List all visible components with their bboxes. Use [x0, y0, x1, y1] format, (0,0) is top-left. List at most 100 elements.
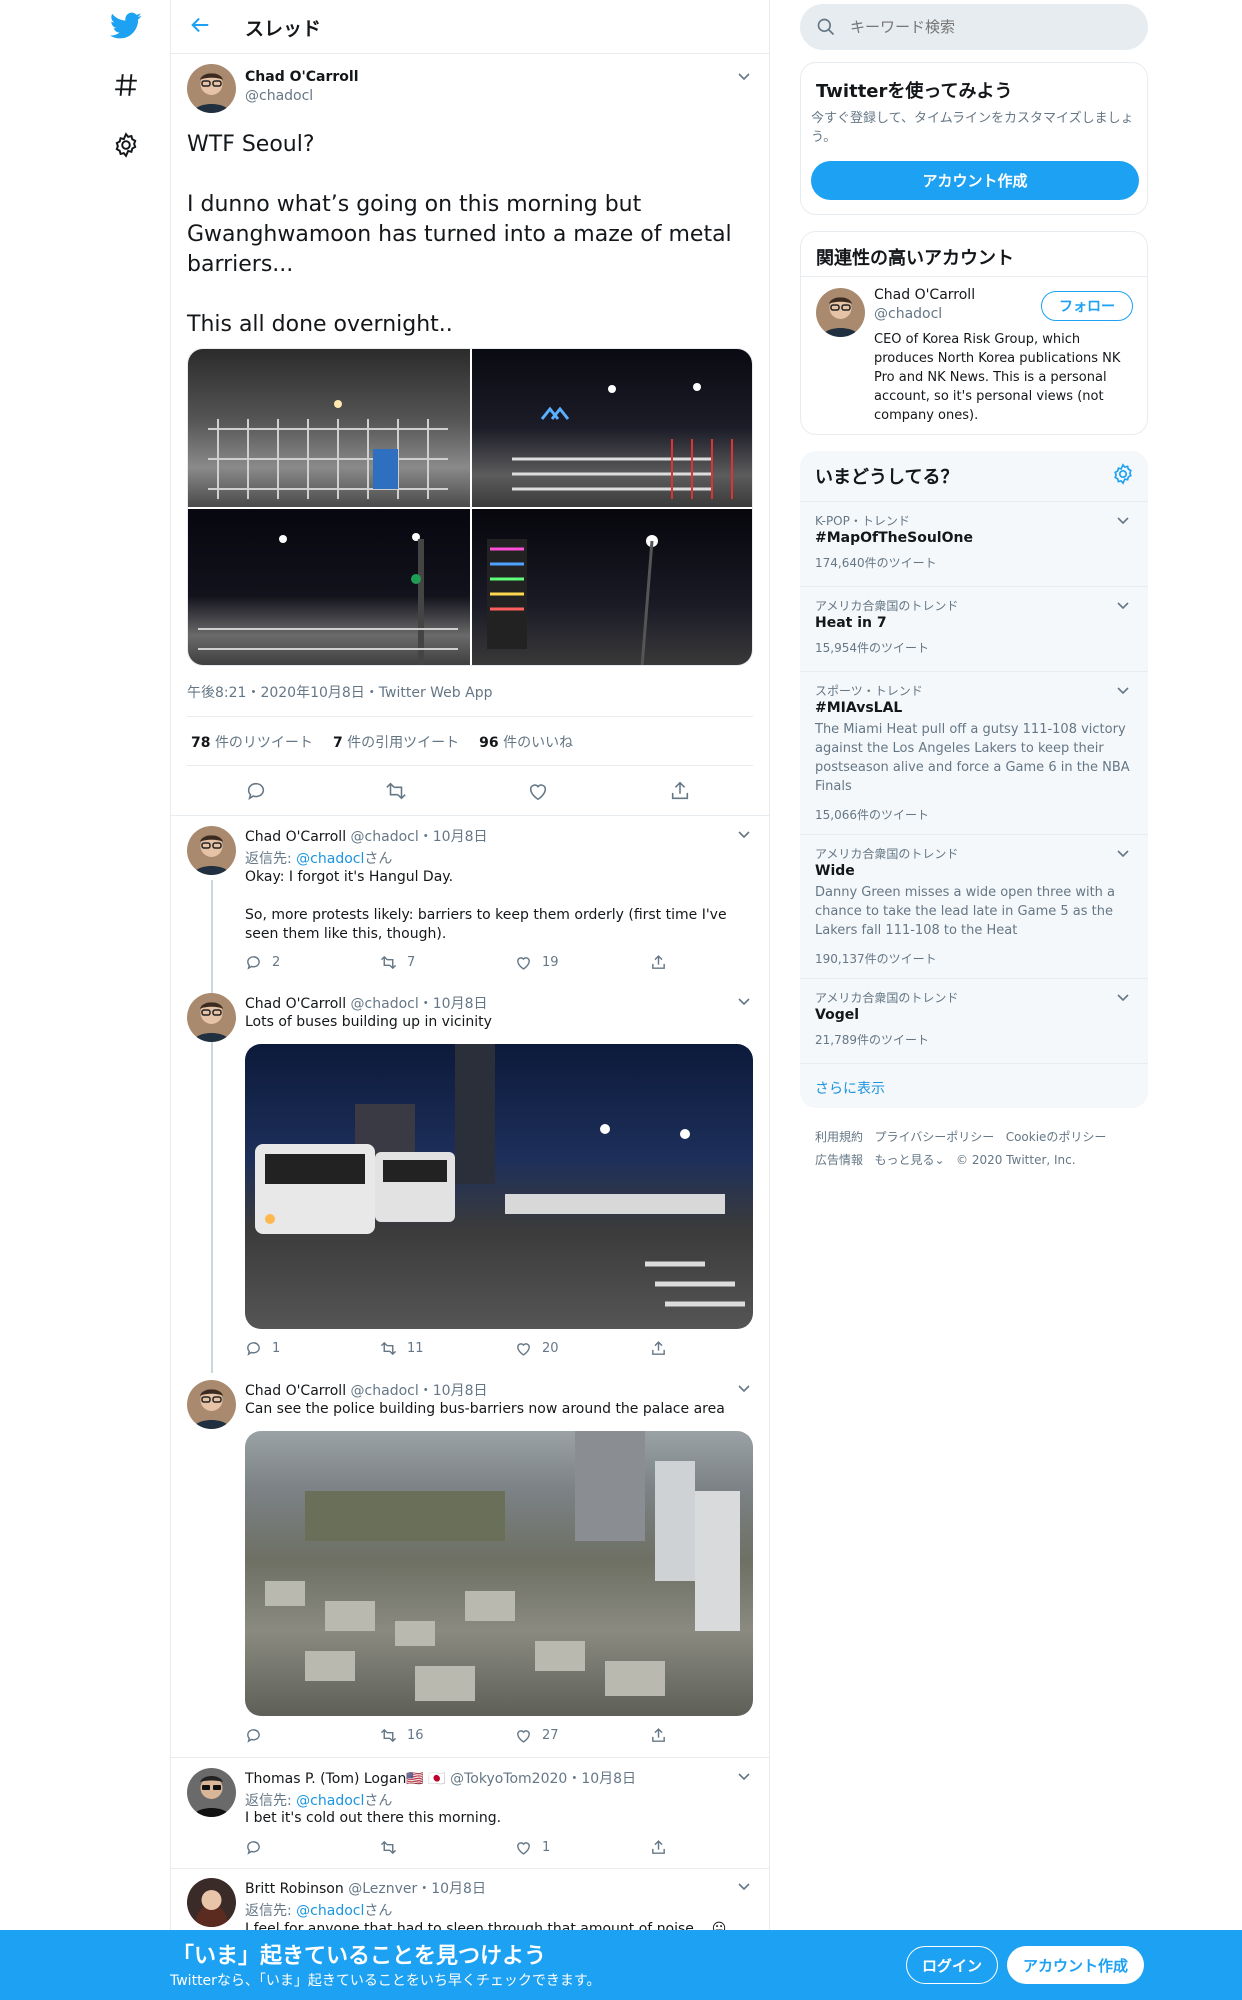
settings-gear-icon[interactable] — [108, 127, 144, 163]
replying-to-handle[interactable]: @chadocl — [296, 1903, 364, 1919]
trend-context: アメリカ合衆国のトレンド — [815, 991, 959, 1005]
tweet-author-name[interactable]: Chad O'Carroll — [245, 69, 359, 85]
reply-icon[interactable] — [245, 780, 267, 806]
chevron-down-icon[interactable] — [737, 1880, 751, 1894]
footer-privacy-link[interactable]: プライバシーポリシー — [874, 1130, 994, 1144]
search-input[interactable] — [850, 14, 1130, 40]
chevron-down-icon[interactable] — [1116, 684, 1130, 698]
back-arrow-icon[interactable] — [189, 14, 211, 40]
reply-button[interactable]: 1 — [245, 1340, 280, 1357]
photo-streetlights-barriers[interactable] — [188, 509, 470, 665]
reply-author-handle[interactable]: @chadocl — [351, 1383, 419, 1399]
like-button[interactable]: 1 — [515, 1839, 550, 1856]
trend-item[interactable]: スポーツ・トレンド #MIAvsLAL The Miami Heat pull … — [800, 671, 1148, 834]
retweet-button[interactable]: 16 — [380, 1727, 424, 1744]
photo-colorful-tower[interactable] — [472, 509, 752, 665]
avatar[interactable] — [187, 826, 236, 875]
footer-copyright: © 2020 Twitter, Inc. — [956, 1153, 1076, 1167]
footer-terms-link[interactable]: 利用規約 — [815, 1130, 863, 1144]
login-button[interactable]: ログイン — [906, 1946, 998, 1984]
trend-desc: Danny Green misses a wide open three wit… — [815, 885, 1116, 938]
chevron-down-icon[interactable] — [1116, 514, 1130, 528]
reply-button[interactable]: 2 — [245, 954, 280, 971]
retweet-button[interactable]: 7 — [380, 954, 415, 971]
follow-button[interactable]: フォロー — [1041, 291, 1133, 321]
avatar[interactable] — [187, 1380, 236, 1429]
retweet-button[interactable]: 11 — [380, 1340, 424, 1357]
like-button[interactable]: 19 — [515, 954, 559, 971]
chevron-down-icon[interactable] — [737, 828, 751, 842]
avatar[interactable] — [187, 993, 236, 1042]
chevron-down-icon[interactable] — [737, 995, 751, 1009]
share-button[interactable] — [650, 1839, 667, 1856]
trend-name: #MIAvsLAL — [815, 700, 903, 716]
avatar[interactable] — [187, 1878, 236, 1927]
like-button[interactable]: 20 — [515, 1340, 559, 1357]
reply-button[interactable] — [245, 1839, 272, 1856]
tweet-timestamp[interactable]: 午後8:21・2020年10月8日・Twitter Web App — [187, 682, 492, 702]
tweet-author-handle[interactable]: @chadocl — [245, 88, 313, 104]
retweet-button[interactable] — [380, 1839, 407, 1856]
retweet-icon[interactable] — [385, 780, 407, 806]
chevron-down-icon[interactable] — [737, 1770, 751, 1784]
signup-button[interactable]: アカウント作成 — [1007, 1946, 1144, 1984]
share-icon[interactable] — [669, 780, 691, 806]
chevron-down-icon[interactable] — [1116, 599, 1130, 613]
trend-item[interactable]: K-POP・トレンド #MapOfTheSoulOne 174,640件のツイー… — [800, 501, 1148, 586]
retweets-stat[interactable]: 78 件のリツイート — [191, 732, 313, 752]
tweet-text-line: I dunno what’s going on this morning but… — [187, 192, 732, 277]
settings-gear-icon[interactable] — [1112, 463, 1134, 485]
show-more-link[interactable]: さらに表示 — [815, 1078, 885, 1098]
related-name[interactable]: Chad O'Carroll — [874, 287, 975, 303]
reply-author-name[interactable]: Chad O'Carroll — [245, 996, 346, 1012]
trend-item[interactable]: アメリカ合衆国のトレンド Vogel 21,789件のツイート — [800, 978, 1148, 1063]
reply-author-handle[interactable]: @Leznver — [348, 1881, 417, 1897]
like-heart-icon[interactable] — [527, 780, 549, 806]
reply-date[interactable]: 10月8日 — [433, 996, 488, 1012]
reply-author-handle[interactable]: @chadocl — [351, 996, 419, 1012]
reply-date[interactable]: 10月8日 — [433, 829, 488, 845]
replying-to-handle[interactable]: @chadocl — [296, 851, 364, 867]
share-button[interactable] — [650, 1727, 667, 1744]
avatar[interactable] — [187, 64, 236, 113]
trend-item[interactable]: アメリカ合衆国のトレンド Wide Danny Green misses a w… — [800, 834, 1148, 978]
share-button[interactable] — [650, 954, 667, 971]
quotes-stat[interactable]: 7 件の引用ツイート — [333, 732, 459, 752]
reply-author-name[interactable]: Chad O'Carroll — [245, 829, 346, 845]
twitter-logo-icon[interactable] — [108, 8, 144, 44]
reply-author-handle[interactable]: @chadocl — [351, 829, 419, 845]
chevron-down-icon[interactable] — [1116, 847, 1130, 861]
quotes-label: 件の引用ツイート — [347, 735, 460, 751]
chevron-down-icon[interactable] — [737, 1382, 751, 1396]
likes-stat[interactable]: 96 件のいいね — [479, 732, 573, 752]
footer-ads-link[interactable]: 広告情報 — [815, 1153, 863, 1167]
photo-buses[interactable] — [245, 1044, 753, 1329]
share-button[interactable] — [650, 1340, 667, 1357]
create-account-button[interactable]: アカウント作成 — [811, 161, 1139, 200]
replying-to-suffix: さん — [364, 851, 393, 867]
avatar[interactable] — [816, 288, 865, 337]
show-more-row[interactable]: さらに表示 — [800, 1063, 1148, 1108]
search-box[interactable] — [800, 4, 1148, 50]
reply-date[interactable]: 10月8日 — [581, 1771, 636, 1787]
reply-author-name[interactable]: Thomas P. (Tom) Logan — [245, 1771, 406, 1787]
reply-button[interactable] — [245, 1727, 272, 1744]
explore-hashtag-icon[interactable] — [108, 67, 144, 103]
reply-author-name[interactable]: Chad O'Carroll — [245, 1383, 346, 1399]
footer-cookie-link[interactable]: Cookieのポリシー — [1006, 1130, 1107, 1144]
replying-to-handle[interactable]: @chadocl — [296, 1793, 364, 1809]
avatar[interactable] — [187, 1768, 236, 1817]
reply-date[interactable]: 10月8日 — [431, 1881, 486, 1897]
chevron-down-icon[interactable] — [737, 70, 751, 84]
photo-aerial-city[interactable] — [245, 1431, 753, 1716]
reply-author-handle[interactable]: @TokyoTom2020 — [450, 1771, 567, 1787]
related-handle[interactable]: @chadocl — [874, 306, 942, 322]
footer-more-link[interactable]: もっと見る — [874, 1153, 934, 1167]
photo-barriers-street[interactable] — [188, 349, 470, 507]
reply-author-name[interactable]: Britt Robinson — [245, 1881, 344, 1897]
reply-date[interactable]: 10月8日 — [433, 1383, 488, 1399]
like-button[interactable]: 27 — [515, 1727, 559, 1744]
trend-item[interactable]: アメリカ合衆国のトレンド Heat in 7 15,954件のツイート — [800, 586, 1148, 671]
photo-night-crosswalk[interactable] — [472, 349, 752, 507]
chevron-down-icon[interactable] — [1116, 991, 1130, 1005]
